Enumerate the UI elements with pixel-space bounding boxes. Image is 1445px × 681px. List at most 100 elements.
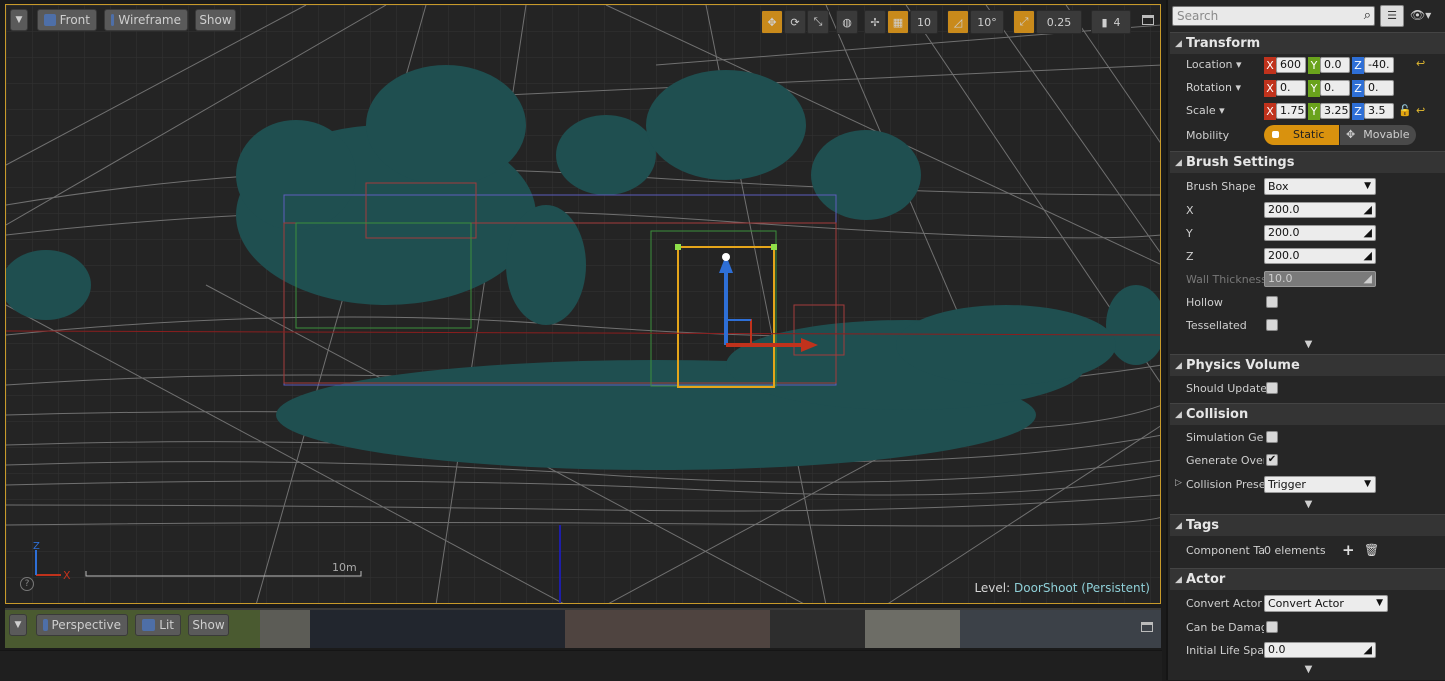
mobility-static-label: Static [1293, 128, 1325, 141]
axis-y-badge: Y [1308, 103, 1320, 120]
trash-icon[interactable]: 🗑 [1364, 543, 1379, 557]
move-icon: ✥ [1346, 128, 1356, 141]
tags-section-header[interactable]: ◢ Tags [1170, 514, 1445, 536]
rotation-x-field[interactable]: 0. [1276, 80, 1306, 96]
front-viewport[interactable]: X Z ▼ Front Wireframe Show ✥ ⟳ ⤡ ◍ ✢ ▦ 1… [5, 4, 1161, 604]
tessellated-checkbox[interactable] [1266, 319, 1278, 331]
location-y-field[interactable]: 0.0 [1320, 57, 1350, 73]
scene-preview-shadow [770, 610, 865, 648]
search-input[interactable]: Search ⌕ [1172, 6, 1375, 26]
bottom-view-mode-button[interactable]: Perspective [36, 614, 128, 636]
rotation-label[interactable]: Rotation ▾ [1186, 81, 1241, 94]
scale-mode-button[interactable]: ⤡ [807, 10, 829, 34]
perspective-viewport[interactable]: ▼ Perspective Lit Show [5, 608, 1161, 648]
add-element-icon[interactable]: + [1342, 541, 1355, 559]
chevron-down-icon: ▼ [14, 620, 22, 630]
eye-icon: 👁▾ [1410, 8, 1432, 22]
translate-mode-button[interactable]: ✥ [761, 10, 783, 34]
initial-life-span-field[interactable]: 0.0 ◢ [1264, 642, 1376, 658]
bottom-render-mode-button[interactable]: Lit [135, 614, 181, 636]
simulation-generates-checkbox[interactable] [1266, 431, 1278, 443]
axis-y-badge: Y [1308, 80, 1320, 97]
maximize-viewport-icon[interactable] [1141, 622, 1153, 632]
brush-x-value: 200.0 [1268, 203, 1300, 216]
can-be-damaged-checkbox[interactable] [1266, 621, 1278, 633]
brush-x-field[interactable]: 200.0 ◢ [1264, 202, 1376, 218]
convert-actor-dropdown[interactable]: Convert Actor ▼ [1264, 595, 1388, 612]
location-x-field[interactable]: 600 [1276, 57, 1306, 73]
brush-settings-section-header[interactable]: ◢ Brush Settings [1170, 151, 1445, 173]
rotate-mode-button[interactable]: ⟳ [784, 10, 806, 34]
physics-volume-title: Physics Volume [1186, 358, 1300, 373]
actor-section-header[interactable]: ◢ Actor [1170, 568, 1445, 590]
transform-section-header[interactable]: ◢ Transform [1170, 32, 1445, 54]
mobility-static-button[interactable]: Static [1264, 125, 1339, 145]
hollow-checkbox[interactable] [1266, 296, 1278, 308]
render-mode-button[interactable]: Wireframe [104, 9, 188, 31]
axis-z-badge: Z [1352, 103, 1364, 120]
should-update-checkbox[interactable] [1266, 382, 1278, 394]
scale-x-field[interactable]: 1.75 [1276, 103, 1306, 119]
reset-location-icon[interactable]: ↩ [1416, 57, 1425, 70]
collision-presets-value: Trigger [1268, 478, 1306, 491]
location-z-field[interactable]: -40. [1364, 57, 1394, 73]
show-advanced-icon[interactable]: ▼ [1170, 499, 1445, 511]
brush-z-field[interactable]: 200.0 ◢ [1264, 248, 1376, 264]
scale-z-field[interactable]: 3.5 [1364, 103, 1394, 119]
mobility-movable-label: Movable [1363, 128, 1410, 141]
simulation-generates-label: Simulation Gen [1186, 431, 1264, 444]
surface-snap-icon: ✢ [870, 15, 880, 29]
axis-y-badge: Y [1308, 57, 1320, 74]
rotation-z-field[interactable]: 0. [1364, 80, 1394, 96]
collapse-icon: ◢ [1175, 158, 1182, 168]
generate-overlap-checkbox[interactable]: ✔ [1266, 454, 1278, 466]
mobility-movable-button[interactable]: ✥ Movable [1340, 125, 1416, 145]
scale-label[interactable]: Scale ▾ [1186, 104, 1225, 117]
grid-snap-value[interactable]: 10 [910, 10, 938, 34]
scale-label-text: Scale [1186, 104, 1216, 117]
grid-snap-toggle[interactable]: ▦ [887, 10, 909, 34]
search-icon: ⌕ [1363, 8, 1371, 23]
reset-scale-icon[interactable]: ↩ [1416, 104, 1425, 117]
world-local-button[interactable]: ◍ [836, 10, 858, 34]
property-matrix-button[interactable]: ☰ [1380, 5, 1404, 27]
bottom-show-button[interactable]: Show [188, 614, 229, 636]
show-advanced-icon[interactable]: ▼ [1170, 339, 1445, 351]
wall-thickness-field: 10.0 ◢ [1264, 271, 1376, 287]
surface-snap-button[interactable]: ✢ [864, 10, 886, 34]
viewport-options-button[interactable]: ▼ [10, 9, 28, 31]
scale-snap-value[interactable]: 0.25 [1036, 10, 1082, 34]
tessellated-label: Tessellated [1186, 319, 1247, 332]
status-bar [0, 650, 1162, 681]
view-mode-button[interactable]: Front [37, 9, 97, 31]
brush-z-label: Z [1186, 250, 1194, 263]
camera-speed-label: 4 [1113, 15, 1121, 29]
axis-z-badge: Z [1352, 57, 1364, 74]
maximize-viewport-icon[interactable] [1142, 15, 1154, 25]
dropdown-arrow-icon: ▼ [1364, 479, 1371, 489]
show-button[interactable]: Show [195, 9, 236, 31]
rotation-y-field[interactable]: 0. [1320, 80, 1350, 96]
show-advanced-icon[interactable]: ▼ [1170, 664, 1445, 676]
expand-icon[interactable]: ▷ [1175, 478, 1182, 488]
brush-shape-dropdown[interactable]: Box ▼ [1264, 178, 1376, 195]
help-icon[interactable]: ? [20, 577, 34, 591]
brush-y-field[interactable]: 200.0 ◢ [1264, 225, 1376, 241]
collision-section-header[interactable]: ◢ Collision [1170, 403, 1445, 425]
rotation-snap-value[interactable]: 10° [970, 10, 1004, 34]
scale-snap-toggle[interactable]: ⤢ [1013, 10, 1035, 34]
render-mode-label: Wireframe [118, 13, 181, 27]
visibility-filter-button[interactable]: 👁▾ [1410, 8, 1431, 22]
viewport-scene[interactable]: X Z [6, 5, 1161, 604]
bottom-viewport-options-button[interactable]: ▼ [9, 614, 27, 636]
collision-presets-dropdown[interactable]: Trigger ▼ [1264, 476, 1376, 493]
component-tags-count: 0 elements [1264, 544, 1326, 557]
mobility-label: Mobility [1186, 129, 1230, 142]
location-label[interactable]: Location ▾ [1186, 58, 1242, 71]
lock-icon[interactable]: 🔓 [1398, 104, 1412, 117]
physics-volume-section-header[interactable]: ◢ Physics Volume [1170, 354, 1445, 376]
scale-y-field[interactable]: 3.25 [1320, 103, 1350, 119]
camera-speed-button[interactable]: ▮ 4 [1091, 10, 1131, 34]
tags-title: Tags [1186, 518, 1220, 533]
rotation-snap-toggle[interactable]: ◿ [947, 10, 969, 34]
